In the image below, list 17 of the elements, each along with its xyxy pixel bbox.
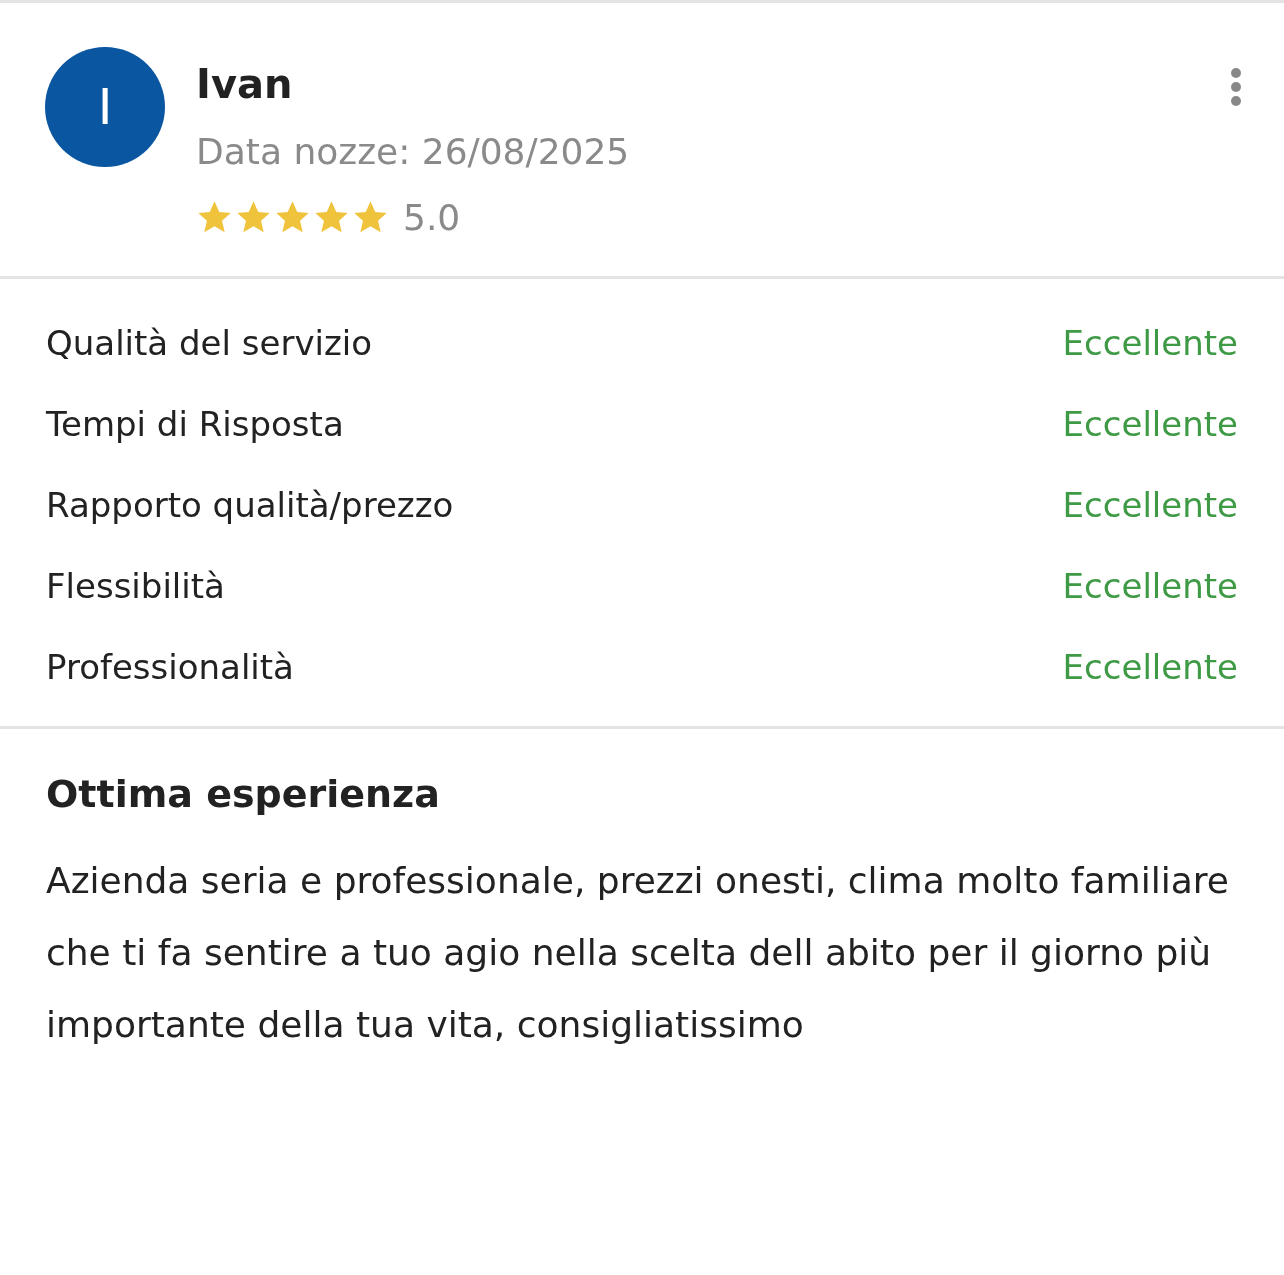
criterion-label: Qualità del servizio <box>46 322 373 365</box>
criterion-rating: Eccellente <box>1062 646 1238 689</box>
criterion-rating: Eccellente <box>1062 484 1238 527</box>
criterion-label: Rapporto qualità/prezzo <box>46 484 454 527</box>
review-title: Ottima esperienza <box>46 771 441 818</box>
wedding-date: Data nozze: 26/08/2025 <box>196 130 630 174</box>
criterion-rating: Eccellente <box>1062 403 1238 446</box>
reviewer-name: Ivan <box>196 60 294 109</box>
criterion-label: Flessibilità <box>46 565 225 608</box>
criterion-rating: Eccellente <box>1062 322 1238 365</box>
criterion-label: Professionalità <box>46 646 294 689</box>
review-text: Azienda seria e professionale, prezzi onesti, clima molto familiare che ti fa sentire a tuo agio nella scelta dell abito per il giorno più importante della tua vita, consigliatissimo <box>46 859 1230 1047</box>
avatar: I <box>45 47 165 167</box>
criterion-rating: Eccellente <box>1062 565 1238 608</box>
more-menu-icon[interactable] <box>1230 67 1242 107</box>
rating-value: 5.0 <box>403 197 461 238</box>
criterion-label: Tempi di Risposta <box>46 403 344 446</box>
